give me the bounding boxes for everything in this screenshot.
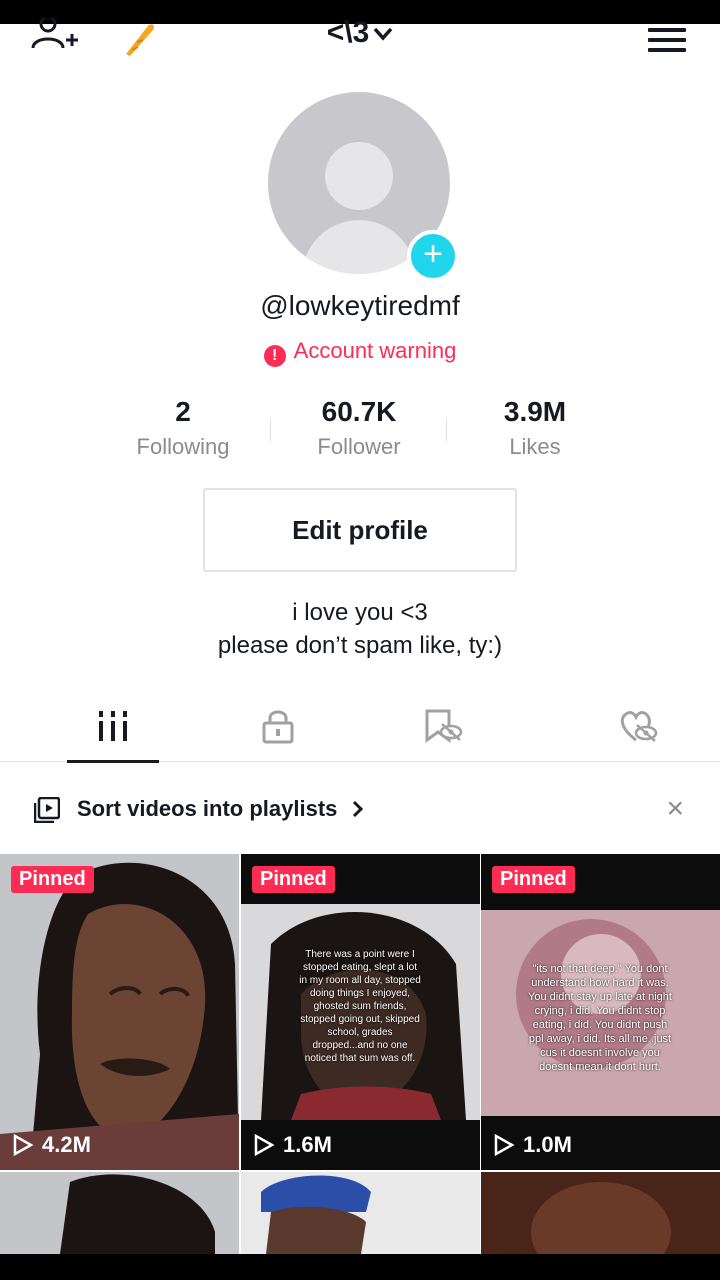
profile-switcher[interactable]: <\3: [0, 16, 720, 50]
chevron-right-icon: [352, 800, 363, 818]
stat-likes[interactable]: 3.9M Likes: [447, 396, 623, 460]
video-grid: in my life . Pinned 4.2M There was a poi…: [0, 854, 720, 1254]
video-tile[interactable]: [0, 1172, 239, 1254]
account-warning[interactable]: ! Account warning: [0, 338, 720, 367]
add-avatar-button[interactable]: +: [407, 230, 459, 282]
video-tile[interactable]: in my life . Pinned 4.2M: [0, 854, 239, 1170]
video-caption: There was a point were I stopped eating,…: [299, 949, 421, 1064]
chevron-down-icon: [373, 27, 393, 41]
bio-line-2: please don’t spam like, ty:): [217, 632, 503, 659]
view-count: 1.0M: [493, 1132, 572, 1158]
tab-liked[interactable]: [556, 690, 720, 762]
stat-followers[interactable]: 60.7K Follower: [271, 396, 447, 460]
bottom-bar: [0, 1254, 720, 1280]
profile-stats: 2 Following 60.7K Follower 3.9M Likes: [95, 396, 625, 460]
menu-icon[interactable]: [648, 28, 686, 52]
videos-grid-icon: [99, 711, 127, 741]
profile-tabs: [0, 690, 720, 763]
pinned-badge: Pinned: [492, 866, 575, 893]
tab-videos[interactable]: [0, 690, 226, 763]
stat-value: 2: [175, 396, 191, 427]
lock-icon: [262, 710, 294, 744]
video-caption: "its not that deep." You dont understand…: [528, 963, 672, 1073]
playlist-icon: [34, 797, 60, 823]
play-icon: [13, 1133, 34, 1157]
tab-private[interactable]: [226, 690, 330, 762]
hidden-bookmark-icon: [425, 709, 463, 743]
video-tile[interactable]: There was a point were I stopped eating,…: [241, 854, 480, 1170]
close-icon[interactable]: ×: [666, 792, 684, 826]
account-warning-label: Account warning: [293, 338, 457, 363]
play-icon: [494, 1133, 515, 1157]
play-icon: [254, 1133, 275, 1157]
video-tile[interactable]: [241, 1172, 480, 1254]
tab-bookmarks[interactable]: [330, 690, 556, 762]
pinned-badge: Pinned: [11, 866, 94, 893]
stat-label: Likes: [509, 434, 561, 459]
top-username: <\3: [326, 16, 370, 49]
pinned-badge: Pinned: [252, 866, 335, 893]
stat-value: 3.9M: [503, 396, 567, 427]
top-bar: <\3: [0, 16, 720, 64]
hidden-liked-icon: [620, 711, 658, 742]
stat-value: 60.7K: [321, 396, 397, 427]
view-count: 4.2M: [12, 1132, 91, 1158]
playlist-banner-label: Sort videos into playlists: [77, 796, 338, 821]
video-tile[interactable]: [481, 1172, 720, 1254]
profile-handle: @lowkeytiredmf: [260, 290, 460, 321]
view-count-value: 1.0M: [523, 1132, 572, 1157]
view-count: 1.6M: [253, 1132, 332, 1158]
bio-line-1: i love you <3: [292, 599, 428, 626]
playlist-banner-text: Sort videos into playlists: [77, 796, 364, 822]
stat-following[interactable]: 2 Following: [95, 396, 271, 460]
edit-profile-button[interactable]: Edit profile: [203, 488, 517, 572]
view-count-value: 1.6M: [283, 1132, 332, 1157]
video-tile[interactable]: "its not that deep." You dont understand…: [481, 854, 720, 1170]
stat-label: Following: [136, 434, 230, 459]
stat-label: Follower: [317, 434, 401, 459]
view-count-value: 4.2M: [42, 1132, 91, 1157]
bio: i love you <3 please don’t spam like, ty…: [0, 596, 720, 662]
warning-icon: !: [263, 345, 286, 367]
playlist-banner[interactable]: Sort videos into playlists ×: [0, 780, 720, 838]
